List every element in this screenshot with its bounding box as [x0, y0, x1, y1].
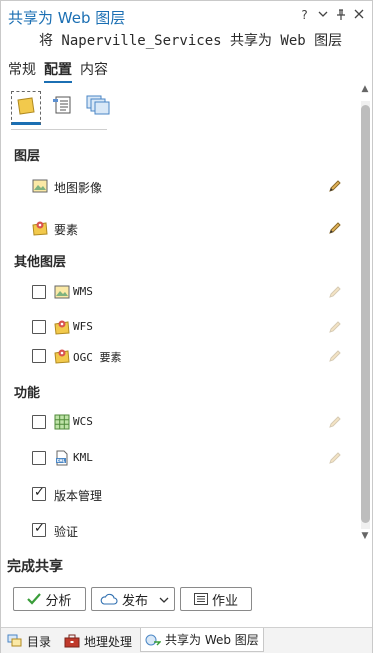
- validation-checkbox[interactable]: [32, 521, 46, 537]
- tab-content[interactable]: 内容: [80, 59, 108, 83]
- publish-label: 发布: [122, 593, 149, 609]
- map-image-icon: [32, 179, 48, 193]
- chevron-down-icon[interactable]: [159, 596, 169, 604]
- jobs-list-icon: [193, 593, 208, 605]
- toolbox-icon: [64, 634, 80, 648]
- bottom-tab-label: 地理处理: [84, 634, 133, 649]
- cloud-icon: [100, 593, 118, 605]
- kml-icon: [56, 450, 68, 466]
- share-web-icon: [145, 634, 161, 645]
- bottom-tab-label: 目录: [27, 634, 52, 649]
- pane-titlebar: 共享为 Web 图层 ?: [1, 1, 372, 31]
- bottom-tab-bar: 目录 地理处理 共享为 Web 图层: [1, 627, 372, 653]
- other-layer-label: OGC 要素: [73, 351, 122, 364]
- pin-icon[interactable]: [335, 9, 346, 23]
- feature-icon: [32, 221, 48, 236]
- main-tabs: 常规 配置 内容: [8, 59, 108, 83]
- close-icon[interactable]: [353, 9, 364, 23]
- tab-general[interactable]: 常规: [8, 59, 36, 83]
- config-scroll-area: 图层 地图影像 要素 其他图层 WMS WFS OGC 要素 功能 WCS KM…: [1, 133, 358, 548]
- pane-title: 共享为 Web 图层: [8, 9, 126, 27]
- capability-row-kml: KML: [1, 447, 358, 471]
- capability-row-wcs: WCS: [1, 411, 358, 435]
- config-icon-tabs: [11, 91, 113, 125]
- versioning-checkbox[interactable]: [32, 485, 46, 501]
- checkmark-icon: [27, 593, 42, 605]
- jobs-button[interactable]: 作业: [180, 587, 252, 611]
- wms-icon: [54, 285, 70, 299]
- capability-row-versioning: 版本管理: [1, 483, 358, 507]
- ogc-feature-checkbox[interactable]: [32, 349, 46, 363]
- kml-checkbox[interactable]: [32, 451, 46, 465]
- edit-pencil-disabled-icon: [329, 321, 341, 333]
- layer-row-feature: 要素: [1, 217, 358, 241]
- share-web-layer-pane: 共享为 Web 图层 ? 将 Naperville_Services 共享为 W…: [0, 0, 373, 653]
- wfs-icon: [54, 320, 70, 335]
- other-layer-row-wfs: WFS: [1, 316, 358, 340]
- edit-pencil-disabled-icon: [329, 452, 341, 464]
- capability-label: 验证: [54, 525, 79, 539]
- tab-configuration[interactable]: 配置: [44, 59, 72, 83]
- options-dropdown-icon[interactable]: [317, 9, 328, 23]
- pages-tab[interactable]: [83, 91, 113, 125]
- capability-label: KML: [73, 451, 93, 464]
- edit-pencil-disabled-icon: [329, 416, 341, 428]
- scroll-up-arrow[interactable]: ▲: [359, 84, 371, 96]
- analyze-label: 分析: [45, 593, 72, 609]
- section-other-layers-header: 其他图层: [14, 255, 67, 270]
- analyze-button[interactable]: 分析: [13, 587, 86, 611]
- edit-pencil-icon[interactable]: [327, 178, 343, 194]
- other-layer-row-wms: WMS: [1, 281, 358, 305]
- section-capabilities-header: 功能: [14, 386, 41, 401]
- publish-button[interactable]: 发布: [91, 587, 175, 611]
- section-layers-header: 图层: [14, 149, 41, 164]
- bottom-tab-label: 共享为 Web 图层: [165, 633, 259, 647]
- edit-pencil-disabled-icon: [329, 286, 341, 298]
- scrollbar-thumb[interactable]: [361, 105, 370, 523]
- capability-label: 版本管理: [54, 489, 103, 503]
- catalog-icon: [7, 634, 22, 647]
- bottom-tab-geoprocessing[interactable]: 地理处理: [64, 631, 132, 651]
- other-layer-label: WMS: [73, 285, 93, 298]
- wcs-grid-icon: [54, 414, 70, 430]
- finish-sharing-header: 完成共享: [7, 559, 63, 575]
- layers-config-tab[interactable]: [11, 91, 41, 125]
- jobs-label: 作业: [211, 593, 238, 609]
- wcs-checkbox[interactable]: [32, 415, 46, 429]
- properties-tab[interactable]: [47, 91, 77, 125]
- window-controls: ?: [299, 9, 364, 23]
- bottom-tab-catalog[interactable]: 目录: [7, 631, 51, 651]
- other-layer-label: WFS: [73, 320, 93, 333]
- pages-stack-icon: [86, 95, 110, 115]
- other-layer-row-ogc: OGC 要素: [1, 345, 358, 369]
- capability-row-validation: 验证: [1, 519, 358, 543]
- layer-row-map-image: 地图影像: [1, 175, 358, 199]
- edit-pencil-icon[interactable]: [327, 220, 343, 236]
- properties-list-icon: [53, 96, 71, 114]
- pane-subtitle: 将 Naperville_Services 共享为 Web 图层: [39, 33, 343, 49]
- scroll-down-arrow[interactable]: ▼: [359, 531, 371, 543]
- capability-label: WCS: [73, 415, 93, 428]
- wms-checkbox[interactable]: [32, 285, 46, 299]
- wfs-checkbox[interactable]: [32, 320, 46, 334]
- layer-label: 要素: [54, 223, 79, 237]
- layers-config-icon: [17, 97, 35, 115]
- help-icon[interactable]: ?: [299, 9, 310, 23]
- edit-pencil-disabled-icon: [329, 350, 341, 362]
- ogc-feature-icon: [54, 349, 70, 364]
- icon-tabs-divider: [11, 129, 107, 130]
- layer-label: 地图影像: [54, 181, 103, 195]
- bottom-tab-share-web-layer[interactable]: 共享为 Web 图层: [140, 628, 264, 652]
